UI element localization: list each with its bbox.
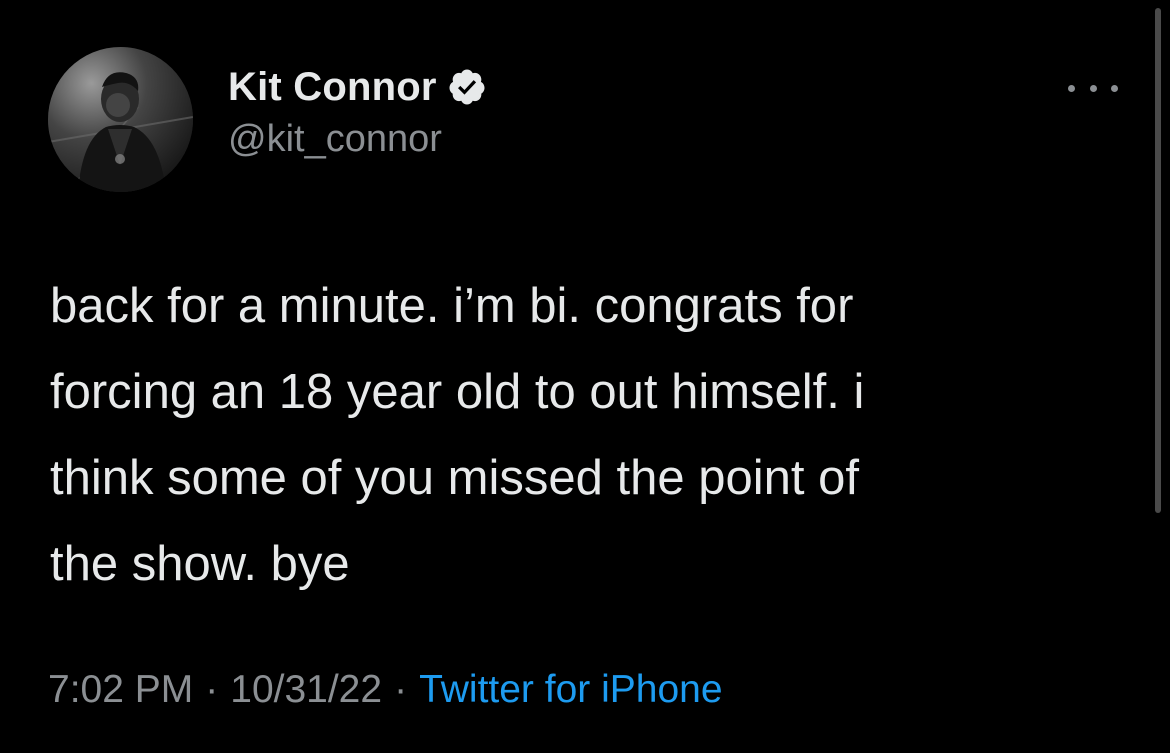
tweet-text: back for a minute. i’m bi. congrats for … [50,279,865,591]
more-dot [1111,84,1118,92]
scrollbar[interactable] [1155,8,1161,513]
tweet-time[interactable]: 7:02 PM [48,668,193,712]
verified-badge-icon [447,67,487,107]
separator: · [394,668,408,711]
separator: · [205,668,219,711]
username-handle[interactable]: @kit_connor [228,118,442,161]
tweet-detail: Kit Connor @kit_connor back for a minute… [0,0,1170,753]
display-name[interactable]: Kit Connor [228,65,437,110]
tweet-date[interactable]: 10/31/22 [230,668,382,712]
more-dot [1068,84,1075,92]
tweet-source-link[interactable]: Twitter for iPhone [419,668,722,712]
tweet-metadata: 7:02 PM · 10/31/22 · Twitter for iPhone [48,668,723,712]
more-options-icon[interactable] [1068,76,1118,100]
author-name-row[interactable]: Kit Connor [228,62,487,112]
more-dot [1089,84,1097,92]
avatar[interactable] [48,47,193,192]
profile-photo [48,47,193,192]
